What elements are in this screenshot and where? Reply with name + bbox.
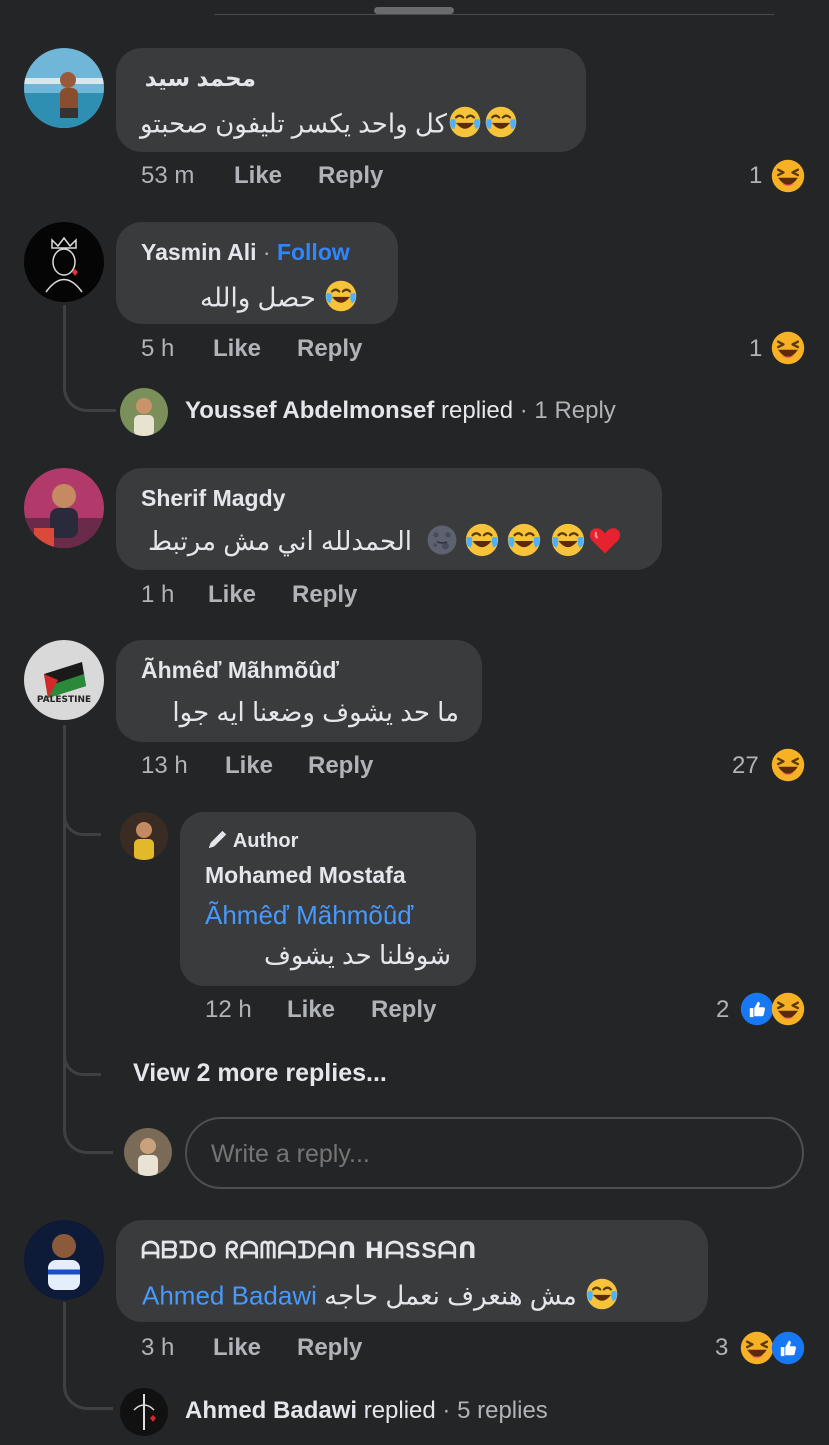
comment-text-body: الحمدلله اني مش مرتبط: [148, 526, 412, 557]
pencil-icon: [206, 829, 228, 851]
comment-bubble[interactable]: Sherif Magdy الحمدلله اني مش مرتبط: [116, 468, 662, 570]
comment-text-body: حصل والله: [200, 282, 316, 313]
avatar[interactable]: [24, 48, 104, 128]
comment-author[interactable]: ᗩᗷᗪO ᖇᗩᗰᗩᗪᗩᑎ ᕼᗩSSᗩᑎ: [141, 1237, 478, 1264]
like-button[interactable]: Like: [225, 752, 273, 780]
reply-count: · 5 replies: [442, 1397, 548, 1424]
replies-summary[interactable]: Youssef Abdelmonsef replied · 1 Reply: [185, 397, 616, 425]
like-reaction-icon[interactable]: [770, 1330, 806, 1371]
reply-text: شوفلنا حد يشوف: [263, 940, 451, 970]
reply-button[interactable]: Reply: [297, 335, 362, 363]
mention-link[interactable]: Ãhmêď Mãhmõûď: [205, 900, 413, 931]
replies-summary[interactable]: Ahmed Badawi replied · 5 replies: [185, 1397, 548, 1425]
comment-text: حصل والله: [200, 278, 359, 321]
reply-count: · 1 Reply: [519, 397, 616, 424]
author-badge: Author: [206, 829, 298, 853]
laughing-crying-emoji: [549, 521, 587, 566]
comment-bubble[interactable]: ᗩᗷᗪO ᖇᗩᗰᗩᗪᗩᑎ ᕼᗩSSᗩᑎ مش هنعرف نعمل حاجه A…: [116, 1220, 708, 1322]
comment-time[interactable]: 5 h: [141, 335, 174, 363]
comment-author[interactable]: Sherif Magdy: [141, 485, 285, 512]
comment-bubble[interactable]: محمد سيد كل واحد يكسر تليفون صحبتو: [116, 48, 586, 152]
avatar[interactable]: [24, 468, 104, 548]
follow-button[interactable]: Follow: [277, 239, 350, 265]
thread-branch: [63, 800, 101, 836]
reply-input[interactable]: [209, 1119, 773, 1189]
reaction-count[interactable]: 2: [716, 996, 729, 1024]
avatar[interactable]: [120, 1388, 168, 1436]
like-button[interactable]: Like: [213, 335, 261, 363]
like-button[interactable]: Like: [213, 1334, 261, 1362]
laughing-crying-emoji: [323, 278, 359, 321]
comment-text-body: كل واحد يكسر تليفون صحبتو: [140, 108, 447, 139]
laughing-crying-emoji: [447, 104, 483, 147]
laughing-crying-emoji: [483, 104, 519, 147]
comment-time[interactable]: 53 m: [141, 162, 194, 190]
haha-reaction-icon[interactable]: [770, 991, 806, 1032]
like-button[interactable]: Like: [287, 996, 335, 1024]
heart-emoji: [587, 522, 623, 565]
haha-reaction-icon[interactable]: [770, 158, 806, 199]
avatar-label: PALESTINE: [37, 695, 91, 705]
comment-text: كل واحد يكسر تليفون صحبتو: [140, 104, 560, 147]
comment-text-body: مش هنعرف نعمل حاجه: [324, 1280, 577, 1311]
laughing-crying-emoji: [584, 1276, 620, 1319]
haha-reaction-icon[interactable]: [770, 330, 806, 371]
comment-author[interactable]: محمد سيد: [145, 65, 256, 92]
replier-name[interactable]: Youssef Abdelmonsef: [185, 397, 434, 424]
like-button[interactable]: Like: [208, 581, 256, 609]
view-more-replies[interactable]: View 2 more replies...: [133, 1059, 387, 1088]
thread-line: [63, 1302, 113, 1410]
thread-line: [63, 725, 104, 1070]
comment-text: ما حد يشوف وضعنا ايه جوا: [172, 697, 459, 727]
mention-link[interactable]: Ahmed Badawi: [142, 1280, 317, 1310]
comment-bubble[interactable]: Ãhmêď Mãhmõûď ما حد يشوف وضعنا ايه جوا: [116, 640, 482, 742]
comment-bubble[interactable]: Yasmin Ali · Follow حصل والله: [116, 222, 398, 324]
comment-text: مش هنعرف نعمل حاجه Ahmed Badawi: [142, 1276, 620, 1319]
author-badge-label: Author: [232, 830, 299, 852]
reply-button[interactable]: Reply: [292, 581, 357, 609]
comment-text: الحمدلله اني مش مرتبط: [140, 521, 623, 566]
reaction-count[interactable]: 3: [715, 1334, 728, 1362]
haha-reaction-icon[interactable]: [770, 747, 806, 788]
laughing-crying-emoji: [505, 521, 543, 566]
comment-author-row: Yasmin Ali · Follow: [141, 239, 350, 265]
reply-button[interactable]: Reply: [318, 162, 383, 190]
comment-time[interactable]: 13 h: [141, 752, 188, 780]
reply-button[interactable]: Reply: [297, 1334, 362, 1362]
avatar[interactable]: [120, 812, 168, 860]
avatar: [124, 1128, 172, 1176]
drag-handle[interactable]: [374, 7, 454, 14]
thread-branch: [63, 1070, 113, 1154]
laughing-crying-emoji: [463, 521, 501, 566]
reply-input-box[interactable]: [185, 1117, 804, 1189]
reaction-count[interactable]: 1: [749, 162, 762, 190]
reply-author[interactable]: Mohamed Mostafa: [205, 862, 406, 889]
like-button[interactable]: Like: [234, 162, 282, 190]
comment-time[interactable]: 3 h: [141, 1334, 174, 1362]
comment-author[interactable]: Yasmin Ali: [141, 239, 256, 265]
divider: [214, 14, 774, 15]
reply-time[interactable]: 12 h: [205, 996, 252, 1024]
new-moon-face-emoji: [425, 523, 459, 564]
avatar[interactable]: [24, 1220, 104, 1300]
reply-button[interactable]: Reply: [371, 996, 436, 1024]
thread-line: [63, 305, 116, 412]
replied-label: replied: [363, 1397, 436, 1424]
avatar[interactable]: PALESTINE: [24, 640, 104, 720]
reply-bubble[interactable]: Author Mohamed Mostafa Ãhmêď Mãhmõûď شوف…: [180, 812, 476, 986]
avatar[interactable]: [120, 388, 168, 436]
reply-button[interactable]: Reply: [308, 752, 373, 780]
comment-time[interactable]: 1 h: [141, 581, 174, 609]
replier-name[interactable]: Ahmed Badawi: [185, 1397, 357, 1424]
avatar[interactable]: [24, 222, 104, 302]
reaction-count[interactable]: 1: [749, 335, 762, 363]
replied-label: replied: [441, 397, 514, 424]
comment-author[interactable]: Ãhmêď Mãhmõûď: [141, 657, 339, 684]
reaction-count[interactable]: 27: [732, 752, 759, 780]
